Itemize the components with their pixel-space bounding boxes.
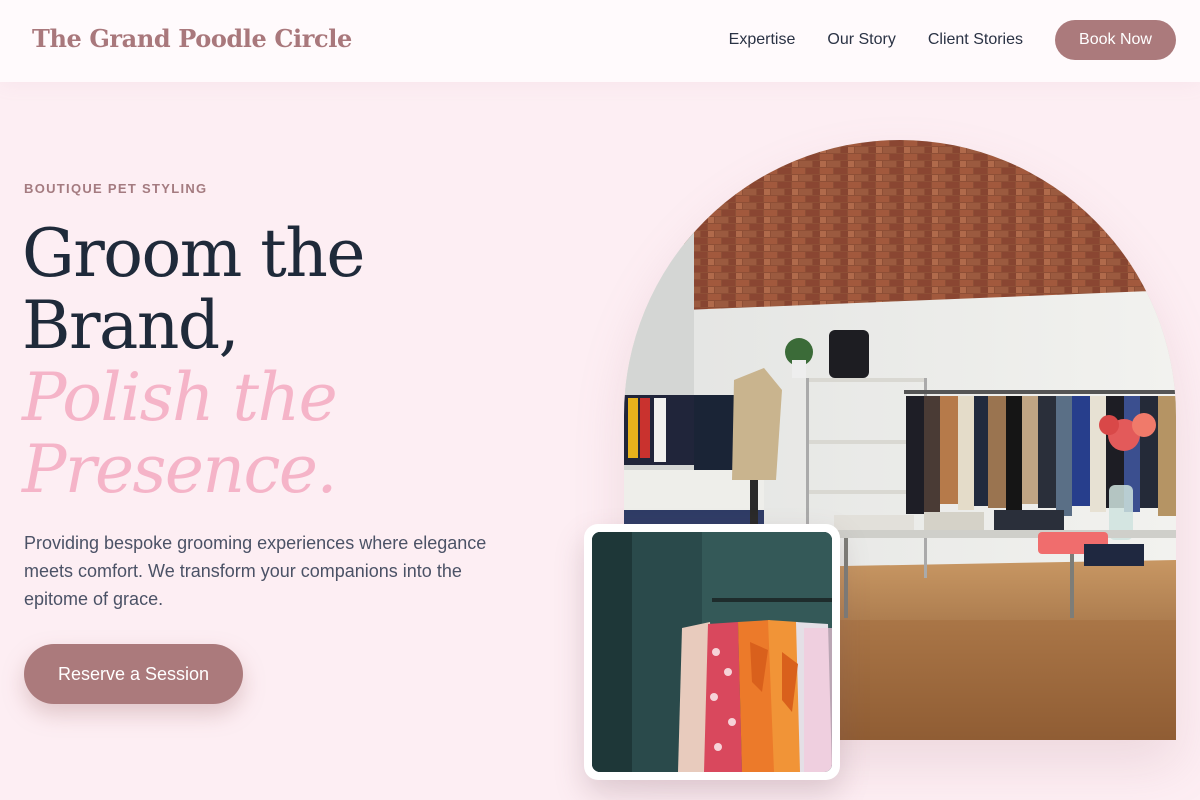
nav-link-our-story[interactable]: Our Story: [827, 31, 895, 49]
headline-accent-line: Presence.: [22, 431, 337, 508]
main-nav: Expertise Our Story Client Stories Book …: [729, 20, 1176, 60]
site-header: The Grand Poodle Circle Expertise Our St…: [0, 0, 1200, 82]
nav-link-expertise[interactable]: Expertise: [729, 31, 796, 49]
inset-photo-card: [584, 524, 840, 780]
headline-accent-line: Polish the: [22, 359, 338, 436]
book-now-button[interactable]: Book Now: [1055, 20, 1176, 60]
nav-link-client-stories[interactable]: Client Stories: [928, 31, 1023, 49]
brand-logo[interactable]: The Grand Poodle Circle: [32, 24, 352, 53]
reserve-session-button[interactable]: Reserve a Session: [24, 644, 243, 704]
hero-eyebrow: BOUTIQUE PET STYLING: [24, 181, 208, 196]
hero-headline: Groom the Brand, Polish the Presence.: [22, 218, 582, 506]
clothing-rack-image: [592, 532, 832, 772]
headline-line: Brand,: [22, 287, 240, 364]
hero-description: Providing bespoke grooming experiences w…: [24, 533, 487, 609]
headline-line: Groom the: [22, 215, 365, 292]
